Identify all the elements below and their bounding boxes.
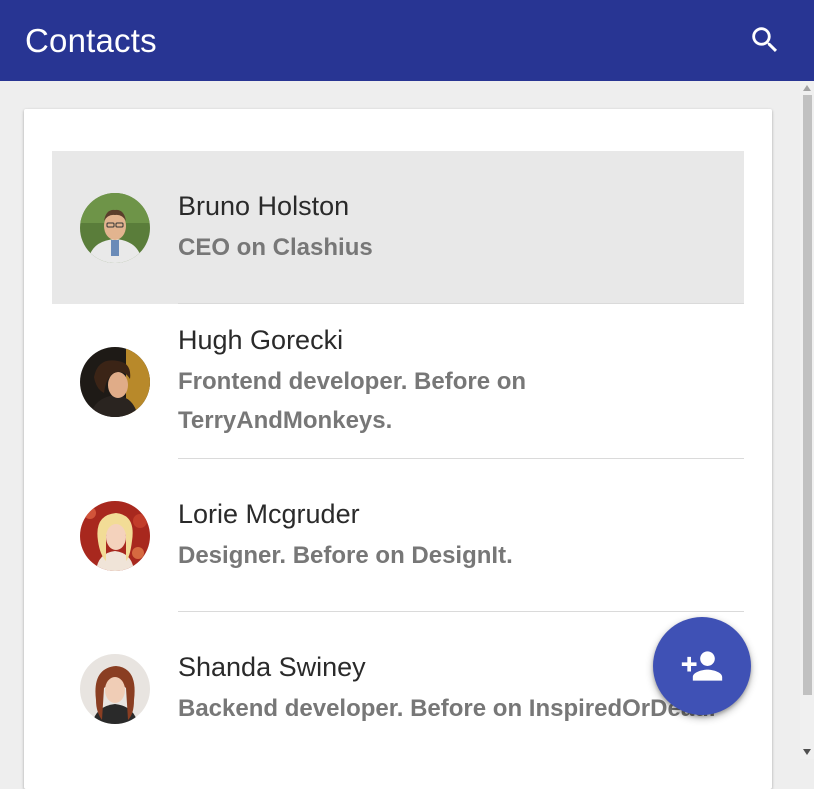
scroll-down-arrow[interactable] bbox=[800, 745, 814, 759]
avatar bbox=[80, 653, 150, 724]
contact-name: Shanda Swiney bbox=[178, 652, 366, 682]
contact-subtitle: Frontend developer. Before on TerryAndMo… bbox=[178, 368, 527, 434]
contact-subtitle: Designer. Before on DesignIt. bbox=[178, 542, 513, 569]
person-add-icon bbox=[681, 651, 723, 681]
search-button[interactable] bbox=[745, 20, 785, 60]
avatar bbox=[80, 346, 150, 417]
add-contact-button[interactable] bbox=[653, 617, 751, 715]
search-icon bbox=[752, 27, 778, 53]
avatar bbox=[80, 500, 150, 571]
contact-name: Hugh Gorecki bbox=[178, 325, 344, 355]
contact-name: Bruno Holston bbox=[178, 191, 350, 221]
contact-subtitle: CEO on Clashius bbox=[178, 234, 373, 261]
app-bar: Contacts bbox=[0, 0, 814, 81]
scrollbar[interactable] bbox=[800, 81, 814, 759]
avatar bbox=[80, 192, 150, 263]
arrow-down-icon bbox=[803, 749, 811, 755]
list-item[interactable]: Bruno Holston CEO on Clashius bbox=[52, 151, 744, 304]
arrow-up-icon bbox=[803, 85, 811, 91]
list-item[interactable]: Lorie Mcgruder Designer. Before on Desig… bbox=[52, 459, 744, 612]
contact-name: Lorie Mcgruder bbox=[178, 499, 360, 529]
list-item[interactable]: Shanda Swiney Backend developer. Before … bbox=[52, 612, 744, 765]
list-item[interactable]: Hugh Gorecki Frontend developer. Before … bbox=[52, 304, 744, 459]
scroll-up-arrow[interactable] bbox=[800, 81, 814, 95]
page-title: Contacts bbox=[25, 22, 157, 59]
contact-subtitle: Backend developer. Before on InspiredOrD… bbox=[178, 695, 716, 722]
scrollbar-thumb[interactable] bbox=[803, 95, 812, 695]
